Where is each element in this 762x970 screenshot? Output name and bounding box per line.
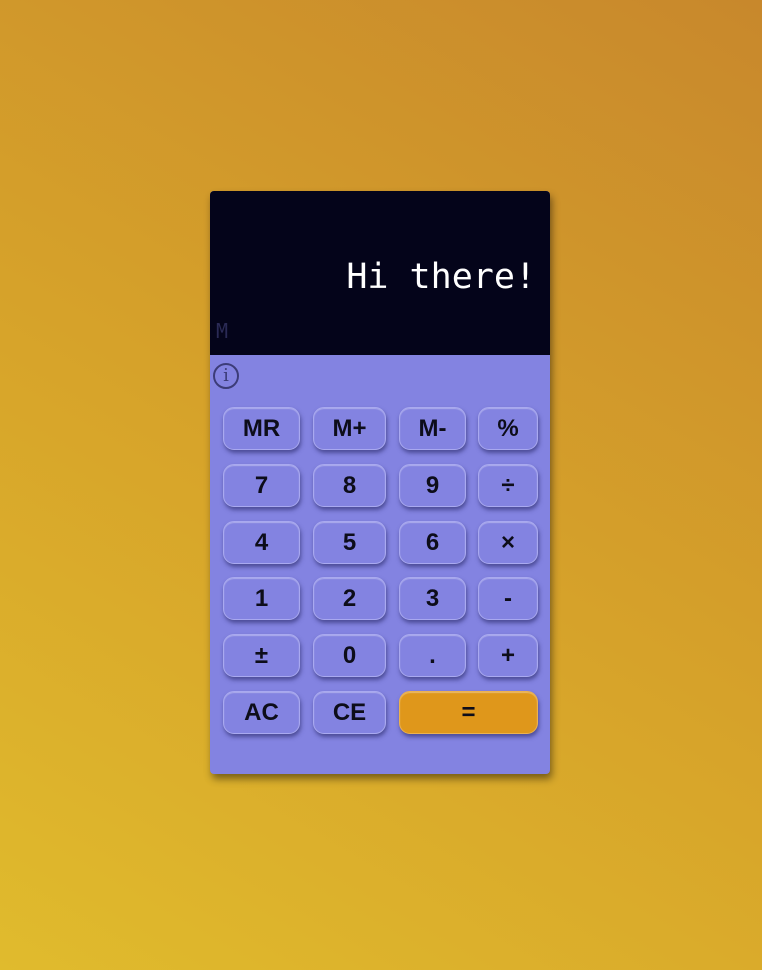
info-icon[interactable]: i	[213, 363, 239, 389]
digit-5-button[interactable]: 5	[313, 521, 386, 564]
digit-9-button[interactable]: 9	[399, 464, 466, 507]
digit-7-button[interactable]: 7	[223, 464, 300, 507]
digit-3-button[interactable]: 3	[399, 577, 466, 620]
all-clear-button[interactable]: AC	[223, 691, 300, 734]
digit-4-button[interactable]: 4	[223, 521, 300, 564]
clear-entry-button[interactable]: CE	[313, 691, 386, 734]
digit-8-button[interactable]: 8	[313, 464, 386, 507]
memory-subtract-button[interactable]: M-	[399, 407, 466, 450]
digit-6-button[interactable]: 6	[399, 521, 466, 564]
percent-button[interactable]: %	[478, 407, 538, 450]
subtract-button[interactable]: -	[478, 577, 538, 620]
memory-add-button[interactable]: M+	[313, 407, 386, 450]
memory-indicator: M	[216, 319, 229, 343]
calculator-display: Hi there! M	[210, 191, 550, 355]
decimal-button[interactable]: .	[399, 634, 466, 677]
plus-minus-button[interactable]: ±	[223, 634, 300, 677]
add-button[interactable]: +	[478, 634, 538, 677]
display-readout: Hi there!	[346, 257, 536, 297]
digit-0-button[interactable]: 0	[313, 634, 386, 677]
calculator: Hi there! M i MR M+ M- % 7 8 9 ÷ 4 5 6 ×…	[210, 191, 550, 774]
memory-recall-button[interactable]: MR	[223, 407, 300, 450]
digit-1-button[interactable]: 1	[223, 577, 300, 620]
divide-button[interactable]: ÷	[478, 464, 538, 507]
equals-button[interactable]: =	[399, 691, 538, 734]
multiply-button[interactable]: ×	[478, 521, 538, 564]
digit-2-button[interactable]: 2	[313, 577, 386, 620]
